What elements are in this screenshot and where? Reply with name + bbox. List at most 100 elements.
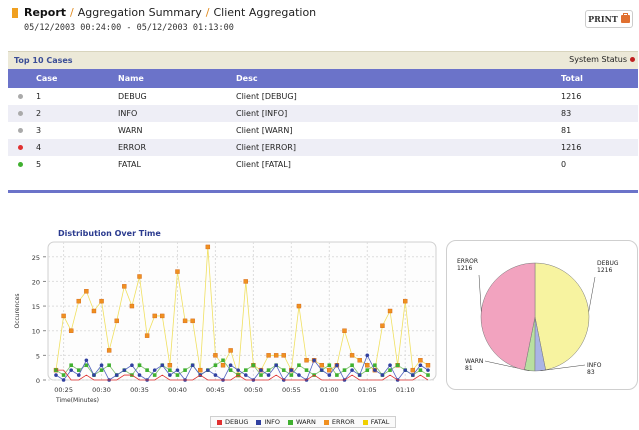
legend-swatch <box>323 419 329 425</box>
table-row[interactable]: 3 WARN Client [WARN] 81 <box>8 122 638 139</box>
legend-label: FATAL <box>370 418 390 426</box>
data-point-error <box>296 303 302 309</box>
x-tick-label: 00:45 <box>206 386 225 394</box>
table-header-row: Case Name Desc Total <box>8 69 638 88</box>
data-point-warn <box>297 363 301 368</box>
data-point-error <box>152 313 157 319</box>
cell-name: DEBUG <box>118 92 147 101</box>
table-row[interactable]: 2 INFO Client [INFO] 83 <box>8 105 638 122</box>
legend-item-warn[interactable]: WARN <box>288 418 316 426</box>
cell-case: 1 <box>36 92 42 101</box>
pie-leader-line <box>478 274 482 312</box>
data-point-warn <box>388 368 392 372</box>
printer-icon <box>620 13 630 23</box>
breadcrumb-separator: / <box>70 6 74 19</box>
header-total[interactable]: Total <box>561 69 638 88</box>
data-point-warn <box>418 368 423 372</box>
legend-swatch <box>362 419 368 425</box>
breadcrumb-report[interactable]: Report <box>24 6 66 19</box>
y-axis-label: Occurences <box>14 293 21 328</box>
data-point-error <box>410 367 416 373</box>
data-point-warn <box>221 358 225 363</box>
legend-label: WARN <box>296 418 316 426</box>
header-name[interactable]: Name <box>118 69 236 88</box>
pie-label: DEBUG <box>597 260 619 267</box>
data-point-error <box>144 333 150 338</box>
cell-case: 3 <box>36 126 42 135</box>
table-row[interactable]: 4 ERROR Client [ERROR] 1216 <box>8 139 638 156</box>
data-point-error <box>61 313 66 319</box>
cell-desc: Client [DEBUG] <box>236 92 297 101</box>
legend-item-debug[interactable]: DEBUG <box>217 418 248 426</box>
data-point-warn <box>289 373 294 377</box>
data-point-warn <box>243 368 248 372</box>
cell-name: INFO <box>118 109 138 118</box>
pie-slice-error <box>480 262 536 371</box>
legend-item-error[interactable]: ERROR <box>323 418 355 426</box>
cell-total: 1216 <box>561 143 582 152</box>
cases-table: Case Name Desc Total 1 DEBUG Client [DEBUG… <box>8 69 638 173</box>
table-row[interactable]: 5 FATAL Client [FATAL] 0 <box>8 156 638 173</box>
header-desc[interactable]: Desc <box>236 69 561 88</box>
x-tick-label: 01:05 <box>358 386 377 394</box>
data-point-info <box>122 368 127 372</box>
data-point-info <box>418 363 423 368</box>
cell-case: 5 <box>36 160 42 169</box>
table-bottom-bar <box>8 190 638 193</box>
data-point-warn <box>145 368 149 372</box>
data-point-error <box>228 348 233 353</box>
data-point-info <box>357 373 362 377</box>
data-point-error <box>205 244 211 250</box>
pie-chart-panel: DEBUG 1216 INFO 83 WARN 81 ERROR 1216 <box>446 240 638 390</box>
data-point-error <box>220 363 226 368</box>
legend-item-fatal[interactable]: FATAL <box>362 418 390 426</box>
data-point-warn <box>335 373 339 377</box>
x-tick-label: 01:10 <box>396 386 415 394</box>
data-point-info <box>152 368 157 372</box>
data-point-info <box>213 373 218 377</box>
system-status-label: System Status <box>569 55 627 64</box>
pie-label: ERROR <box>457 258 478 265</box>
panel-title: Top 10 Cases <box>14 56 73 65</box>
row-status <box>8 105 36 122</box>
header-case[interactable]: Case <box>36 69 118 88</box>
data-point-info <box>350 368 354 372</box>
data-point-error <box>167 363 173 368</box>
data-point-error <box>84 289 89 294</box>
data-point-info <box>411 373 415 377</box>
chart-legend: DEBUG INFO WARN ERROR FATAL <box>210 416 397 428</box>
data-point-error <box>357 358 362 363</box>
top-cases-panel-header: Top 10 Cases System Status <box>8 51 638 69</box>
data-point-error <box>425 363 431 368</box>
data-point-info <box>175 368 180 372</box>
data-point-error <box>387 308 393 314</box>
row-status <box>8 139 36 156</box>
print-button[interactable]: PRINT <box>585 10 633 28</box>
legend-label: DEBUG <box>225 418 249 426</box>
data-point-warn <box>365 368 370 372</box>
cell-desc: Client [FATAL] <box>236 160 291 169</box>
x-tick-label: 00:30 <box>92 386 111 394</box>
data-point-info <box>243 373 248 377</box>
breadcrumb-aggregation-summary[interactable]: Aggregation Summary <box>78 6 202 19</box>
cell-desc: Client [WARN] <box>236 126 293 135</box>
data-point-warn <box>281 368 286 372</box>
data-point-error <box>327 367 332 373</box>
data-point-error <box>182 318 188 324</box>
data-point-warn <box>426 373 430 377</box>
y-tick-label: 25 <box>32 254 40 262</box>
data-point-info <box>61 378 66 382</box>
data-point-warn <box>327 363 332 368</box>
data-point-error <box>403 298 408 304</box>
data-point-info <box>266 373 271 377</box>
data-point-error <box>190 318 195 324</box>
data-point-info <box>168 373 172 377</box>
table-row[interactable]: 1 DEBUG Client [DEBUG] 1216 <box>8 88 638 105</box>
legend-item-info[interactable]: INFO <box>256 418 280 426</box>
data-point-error <box>304 358 309 363</box>
pie-leader-line <box>588 276 596 312</box>
cell-case: 2 <box>36 109 42 118</box>
x-tick-label: 00:50 <box>244 386 263 394</box>
data-point-error <box>175 269 180 274</box>
data-point-warn <box>76 368 81 372</box>
